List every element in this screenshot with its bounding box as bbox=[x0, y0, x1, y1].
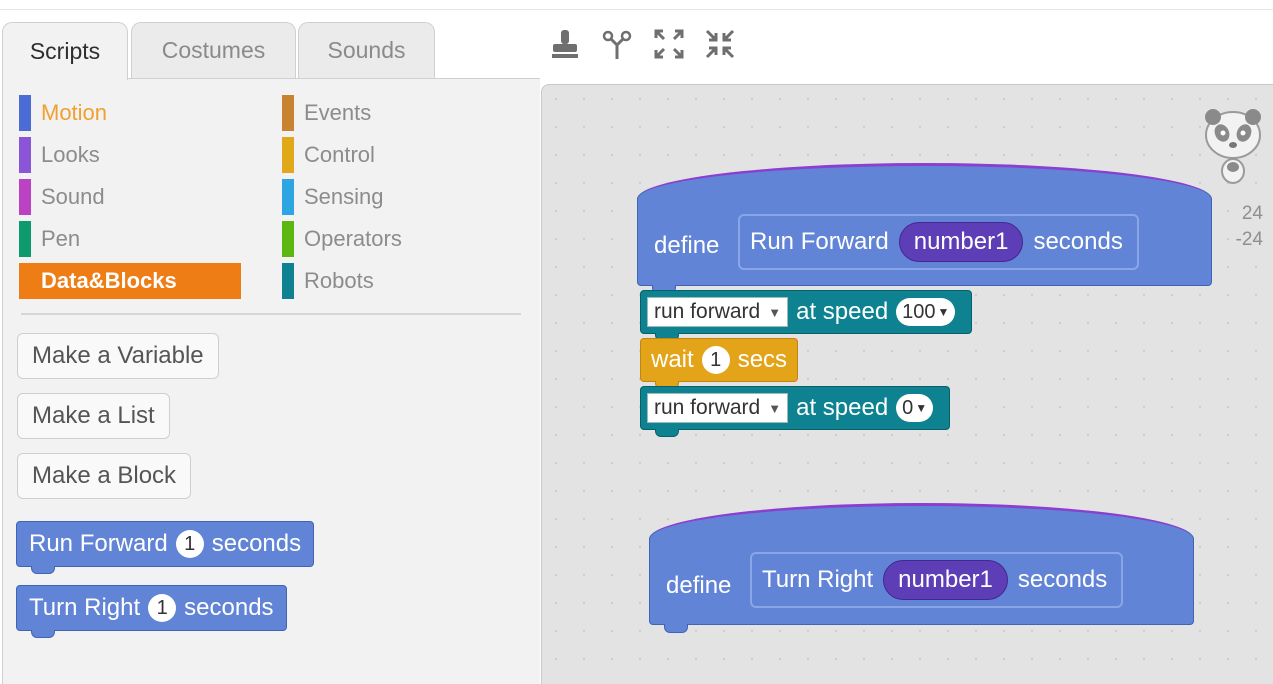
shrink-icon[interactable] bbox=[703, 24, 737, 64]
dropdown-arrow-icon: ▼ bbox=[937, 305, 950, 319]
tab-sounds[interactable]: Sounds bbox=[298, 22, 435, 78]
block-notch bbox=[31, 566, 55, 574]
category-color-swatch bbox=[19, 221, 31, 257]
duplicate-stamp-icon[interactable] bbox=[548, 24, 582, 64]
make-variable-button[interactable]: Make a Variable bbox=[17, 333, 219, 379]
category-label: Sound bbox=[41, 184, 105, 209]
block-label: wait bbox=[651, 346, 694, 373]
top-border bbox=[0, 0, 1273, 10]
tab-scripts[interactable]: Scripts bbox=[2, 22, 128, 80]
block-name-label: Run Forward bbox=[750, 228, 889, 255]
category-color-swatch bbox=[19, 95, 31, 131]
category-color-swatch bbox=[19, 137, 31, 173]
block-label: Run Forward bbox=[29, 530, 168, 557]
palette-block-run-forward[interactable]: Run Forward 1 seconds bbox=[16, 521, 315, 574]
category-label: Events bbox=[304, 100, 372, 125]
category-data-and-blocks[interactable]: Data&Blocks bbox=[19, 263, 241, 299]
dropdown-arrow-icon: ▼ bbox=[915, 401, 928, 415]
category-color-swatch bbox=[19, 263, 31, 299]
block-notch bbox=[655, 429, 679, 437]
dropdown-arrow-icon: ▼ bbox=[768, 400, 782, 416]
category-motion[interactable]: Motion bbox=[19, 95, 241, 131]
category-label: Robots bbox=[304, 268, 374, 293]
category-operators[interactable]: Operators bbox=[282, 221, 504, 257]
tab-costumes[interactable]: Costumes bbox=[131, 22, 296, 78]
category-events[interactable]: Events bbox=[282, 95, 504, 131]
category-pen[interactable]: Pen bbox=[19, 221, 241, 257]
block-notch bbox=[31, 630, 55, 638]
category-color-swatch bbox=[282, 263, 294, 299]
category-label: Looks bbox=[41, 142, 100, 167]
category-label: Sensing bbox=[304, 184, 384, 209]
category-label: Control bbox=[304, 142, 375, 167]
block-label: seconds bbox=[211, 530, 302, 557]
define-hat-block-turn-right[interactable]: define Turn Right number1 seconds bbox=[649, 503, 1194, 633]
motor-direction-dropdown[interactable]: run forward ▼ bbox=[647, 297, 789, 327]
sprite-x-readout: 24 bbox=[1241, 203, 1263, 224]
scripts-area[interactable]: 24 -24 define Run Forward number1 second… bbox=[541, 84, 1273, 684]
dropdown-value: run forward bbox=[654, 300, 761, 323]
run-forward-speed-block[interactable]: run forward ▼ at speed 0 ▼ bbox=[640, 386, 951, 437]
speed-value: 0 bbox=[902, 396, 914, 419]
speed-input[interactable]: 100 ▼ bbox=[896, 298, 956, 326]
palette-block-turn-right[interactable]: Turn Right 1 seconds bbox=[16, 585, 287, 638]
dropdown-value: run forward bbox=[654, 396, 761, 419]
define-label: define bbox=[666, 572, 732, 599]
block-label: Turn Right bbox=[29, 594, 141, 621]
block-name-label: Turn Right bbox=[762, 566, 874, 593]
block-number-input[interactable]: 1 bbox=[175, 530, 204, 558]
panda-sprite-icon bbox=[1201, 105, 1265, 185]
category-color-swatch bbox=[282, 179, 294, 215]
wait-seconds-input[interactable]: 1 bbox=[701, 346, 730, 374]
run-forward-speed-block[interactable]: run forward ▼ at speed 100 ▼ bbox=[640, 290, 973, 341]
block-label: at speed bbox=[796, 394, 889, 421]
category-label: Pen bbox=[41, 226, 81, 251]
sprite-y-readout: -24 bbox=[1235, 229, 1263, 250]
category-color-swatch bbox=[19, 179, 31, 215]
category-control[interactable]: Control bbox=[282, 137, 504, 173]
grow-icon[interactable] bbox=[652, 24, 686, 64]
speed-value: 100 bbox=[902, 300, 936, 323]
dropdown-arrow-icon: ▼ bbox=[768, 304, 782, 320]
block-label: at speed bbox=[796, 298, 889, 325]
category-label: Data&Blocks bbox=[41, 268, 177, 293]
custom-block-prototype[interactable]: Run Forward number1 seconds bbox=[738, 214, 1139, 270]
speed-input[interactable]: 0 ▼ bbox=[896, 394, 934, 422]
palette-divider bbox=[21, 313, 521, 315]
delete-scissors-icon[interactable] bbox=[600, 24, 634, 64]
parameter-reporter[interactable]: number1 bbox=[883, 560, 1008, 600]
block-palette: Motion Looks Sound Pen Data&Blocks Event… bbox=[2, 78, 540, 684]
category-robots[interactable]: Robots bbox=[282, 263, 504, 299]
block-label: secs bbox=[737, 346, 788, 373]
block-notch bbox=[664, 624, 688, 633]
block-suffix-label: seconds bbox=[1033, 228, 1123, 255]
category-sensing[interactable]: Sensing bbox=[282, 179, 504, 215]
category-color-swatch bbox=[282, 221, 294, 257]
make-block-button[interactable]: Make a Block bbox=[17, 453, 192, 499]
category-color-swatch bbox=[282, 95, 294, 131]
category-color-swatch bbox=[282, 137, 294, 173]
wait-secs-block[interactable]: wait 1 secs bbox=[640, 338, 799, 389]
motor-direction-dropdown[interactable]: run forward ▼ bbox=[647, 393, 789, 423]
parameter-reporter[interactable]: number1 bbox=[898, 222, 1024, 262]
block-label: seconds bbox=[184, 594, 274, 621]
block-number-input[interactable]: 1 bbox=[148, 594, 177, 622]
block-suffix-label: seconds bbox=[1017, 566, 1108, 593]
category-label: Operators bbox=[304, 226, 402, 251]
category-label: Motion bbox=[41, 100, 108, 125]
make-list-button[interactable]: Make a List bbox=[17, 393, 170, 439]
custom-block-prototype[interactable]: Turn Right number1 seconds bbox=[750, 552, 1124, 608]
define-label: define bbox=[654, 232, 720, 259]
category-sound[interactable]: Sound bbox=[19, 179, 241, 215]
define-hat-block-run-forward[interactable]: define Run Forward number1 seconds bbox=[637, 163, 1212, 294]
category-looks[interactable]: Looks bbox=[19, 137, 241, 173]
